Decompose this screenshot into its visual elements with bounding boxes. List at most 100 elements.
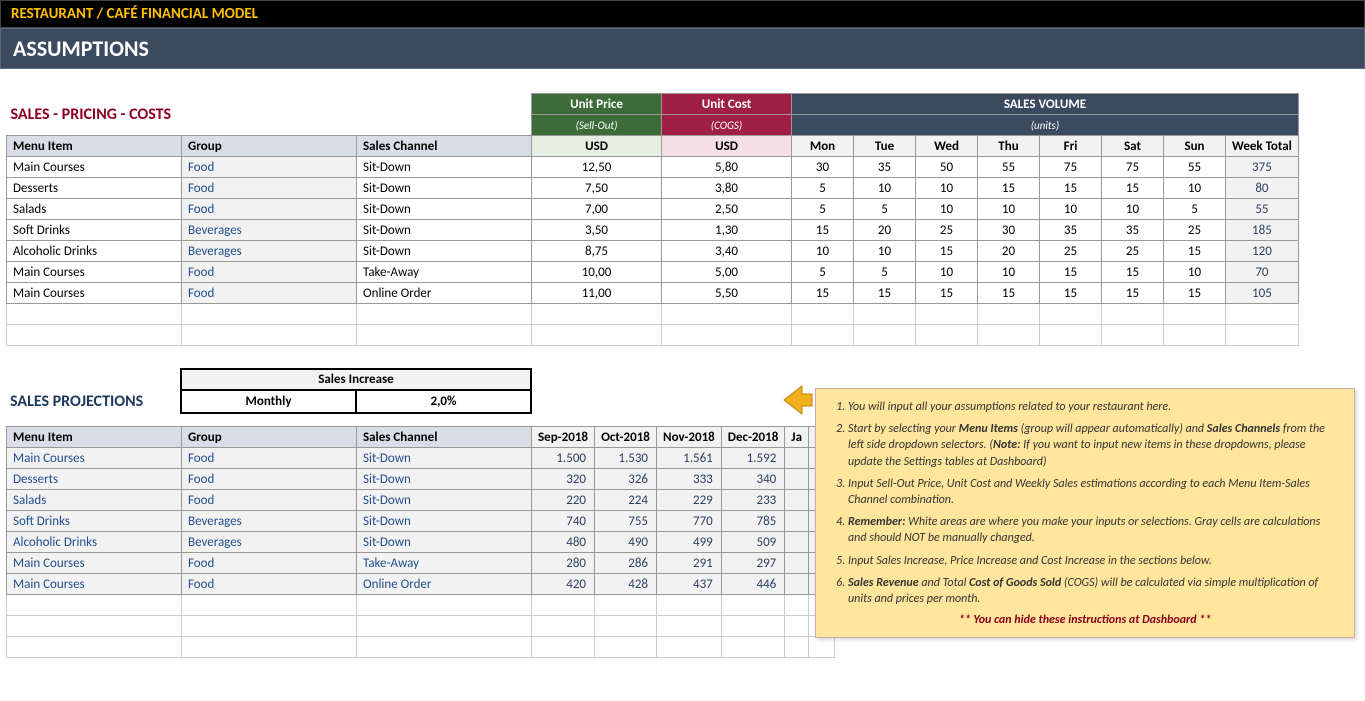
table-row: Main CoursesFoodSit-Down1.5001.5301.5611…	[7, 448, 835, 469]
day-cell[interactable]: 15	[1102, 262, 1164, 283]
menu-item-cell[interactable]: Main Courses	[7, 262, 182, 283]
channel-cell: Sit-Down	[357, 511, 532, 532]
instruction-item: You will input all your assumptions rela…	[848, 399, 1340, 415]
day-cell[interactable]: 10	[978, 199, 1040, 220]
menu-item-cell: Main Courses	[7, 553, 182, 574]
projection-cell: 340	[721, 469, 785, 490]
day-cell[interactable]: 20	[854, 220, 916, 241]
channel-cell[interactable]: Online Order	[357, 283, 532, 304]
day-cell[interactable]: 30	[792, 157, 854, 178]
day-cell[interactable]: 15	[1164, 241, 1226, 262]
day-cell[interactable]: 10	[1102, 199, 1164, 220]
table-row: Main CoursesFoodTake-Away10,005,00551010…	[7, 262, 1299, 283]
day-cell[interactable]: 10	[916, 178, 978, 199]
day-cell[interactable]: 15	[792, 283, 854, 304]
week-total-cell: 80	[1226, 178, 1299, 199]
channel-cell: Sit-Down	[357, 532, 532, 553]
day-cell[interactable]: 5	[792, 262, 854, 283]
day-cell[interactable]: 55	[978, 157, 1040, 178]
day-cell[interactable]: 15	[1102, 178, 1164, 199]
day-cell[interactable]: 5	[792, 178, 854, 199]
cost-cell[interactable]: 3,40	[662, 241, 792, 262]
price-cell[interactable]: 12,50	[532, 157, 662, 178]
day-cell[interactable]: 15	[1040, 262, 1102, 283]
page-title: ASSUMPTIONS	[0, 28, 1365, 69]
day-cell[interactable]: 15	[1102, 283, 1164, 304]
menu-item-cell[interactable]: Soft Drinks	[7, 220, 182, 241]
day-cell[interactable]: 15	[978, 178, 1040, 199]
channel-cell: Sit-Down	[357, 490, 532, 511]
day-cell[interactable]: 25	[916, 220, 978, 241]
price-cell[interactable]: 8,75	[532, 241, 662, 262]
day-cell[interactable]: 10	[854, 241, 916, 262]
day-cell[interactable]: 35	[1102, 220, 1164, 241]
cost-cell[interactable]: 2,50	[662, 199, 792, 220]
channel-cell[interactable]: Sit-Down	[357, 220, 532, 241]
channel-cell[interactable]: Sit-Down	[357, 157, 532, 178]
instructions-callout: You will input all your assumptions rela…	[815, 388, 1355, 638]
projection-cell: 333	[657, 469, 722, 490]
menu-item-cell[interactable]: Alcoholic Drinks	[7, 241, 182, 262]
day-cell[interactable]: 15	[854, 283, 916, 304]
day-cell[interactable]: 5	[1164, 199, 1226, 220]
sales-increase-value[interactable]: 2,0%	[356, 390, 531, 413]
day-cell[interactable]: 5	[854, 199, 916, 220]
day-cell[interactable]: 30	[978, 220, 1040, 241]
projection-cell: 446	[721, 574, 785, 595]
menu-item-cell[interactable]: Desserts	[7, 178, 182, 199]
day-cell[interactable]: 10	[978, 262, 1040, 283]
day-cell[interactable]: 75	[1040, 157, 1102, 178]
day-cell[interactable]: 15	[1164, 283, 1226, 304]
channel-cell[interactable]: Sit-Down	[357, 241, 532, 262]
price-cell[interactable]: 10,00	[532, 262, 662, 283]
day-cell[interactable]: 5	[854, 262, 916, 283]
day-cell[interactable]: 25	[1040, 241, 1102, 262]
projection-cell: 740	[532, 511, 595, 532]
day-cell[interactable]: 10	[1164, 262, 1226, 283]
group-cell: Food	[182, 490, 357, 511]
day-cell[interactable]: 10	[916, 262, 978, 283]
channel-cell[interactable]: Take-Away	[357, 262, 532, 283]
price-cell[interactable]: 3,50	[532, 220, 662, 241]
col-price-unit: USD	[532, 136, 662, 157]
day-cell[interactable]: 20	[978, 241, 1040, 262]
channel-cell[interactable]: Sit-Down	[357, 178, 532, 199]
price-cell[interactable]: 11,00	[532, 283, 662, 304]
day-cell[interactable]: 75	[1102, 157, 1164, 178]
menu-item-cell[interactable]: Salads	[7, 199, 182, 220]
day-cell[interactable]: 15	[916, 283, 978, 304]
price-cell[interactable]: 7,50	[532, 178, 662, 199]
day-cell[interactable]: 10	[1164, 178, 1226, 199]
projection-cell: 220	[532, 490, 595, 511]
menu-item-cell[interactable]: Main Courses	[7, 157, 182, 178]
day-cell[interactable]: 5	[792, 199, 854, 220]
col-tue: Tue	[854, 136, 916, 157]
day-cell[interactable]: 15	[978, 283, 1040, 304]
day-cell[interactable]: 55	[1164, 157, 1226, 178]
day-cell[interactable]: 10	[1040, 199, 1102, 220]
cost-cell[interactable]: 3,80	[662, 178, 792, 199]
menu-item-cell[interactable]: Main Courses	[7, 283, 182, 304]
day-cell[interactable]: 35	[854, 157, 916, 178]
day-cell[interactable]: 15	[792, 220, 854, 241]
cost-cell[interactable]: 5,00	[662, 262, 792, 283]
projection-cell: 1.500	[532, 448, 595, 469]
day-cell[interactable]: 25	[1164, 220, 1226, 241]
day-cell[interactable]: 10	[792, 241, 854, 262]
day-cell[interactable]: 35	[1040, 220, 1102, 241]
table-row: Alcoholic DrinksBeveragesSit-Down4804904…	[7, 532, 835, 553]
price-cell[interactable]: 7,00	[532, 199, 662, 220]
day-cell[interactable]: 25	[1102, 241, 1164, 262]
cost-cell[interactable]: 1,30	[662, 220, 792, 241]
channel-cell[interactable]: Sit-Down	[357, 199, 532, 220]
day-cell[interactable]: 10	[916, 199, 978, 220]
col-wed: Wed	[916, 136, 978, 157]
cost-cell[interactable]: 5,50	[662, 283, 792, 304]
cost-cell[interactable]: 5,80	[662, 157, 792, 178]
day-cell[interactable]: 15	[1040, 178, 1102, 199]
instruction-item: Remember: White areas are where you make…	[848, 514, 1340, 546]
day-cell[interactable]: 10	[854, 178, 916, 199]
day-cell[interactable]: 15	[1040, 283, 1102, 304]
day-cell[interactable]: 50	[916, 157, 978, 178]
day-cell[interactable]: 15	[916, 241, 978, 262]
